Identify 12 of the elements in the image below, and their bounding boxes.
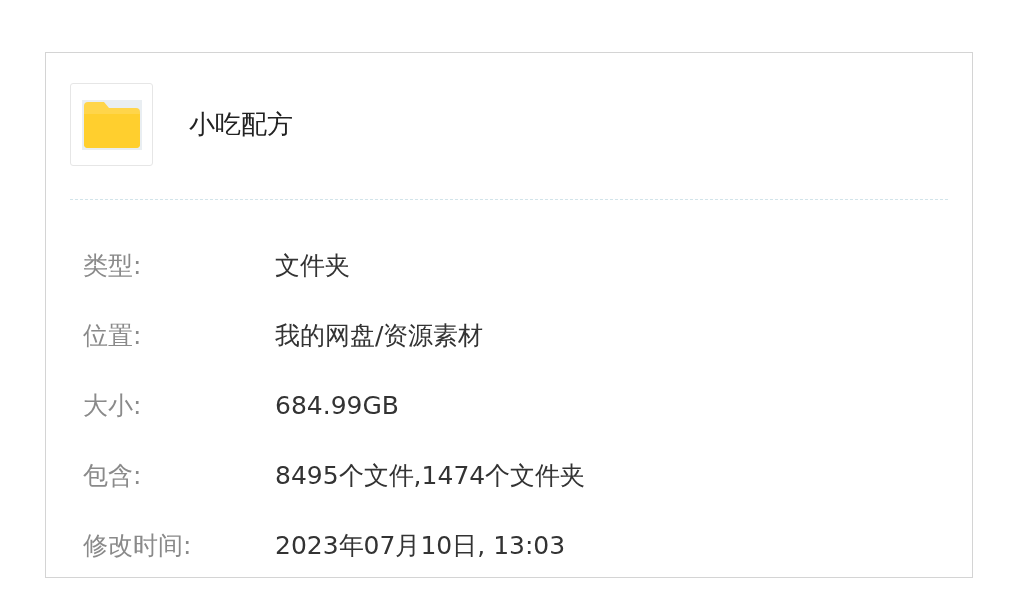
property-value: 文件夹 (275, 249, 350, 282)
property-label: 修改时间: (82, 529, 193, 562)
property-label: 位置: (82, 319, 143, 352)
property-label: 包含: (82, 459, 143, 492)
folder-name: 小吃配方 (189, 108, 293, 141)
property-value: 684.99GB (275, 390, 399, 420)
property-value: 2023年07月10日, 13:03 (275, 529, 566, 562)
property-value: 8495个文件,1474个文件夹 (275, 459, 586, 492)
folder-icon (81, 99, 142, 150)
property-label: 大小: (82, 389, 143, 422)
property-label: 类型: (82, 249, 143, 282)
property-value: 我的网盘/资源素材 (275, 319, 484, 352)
